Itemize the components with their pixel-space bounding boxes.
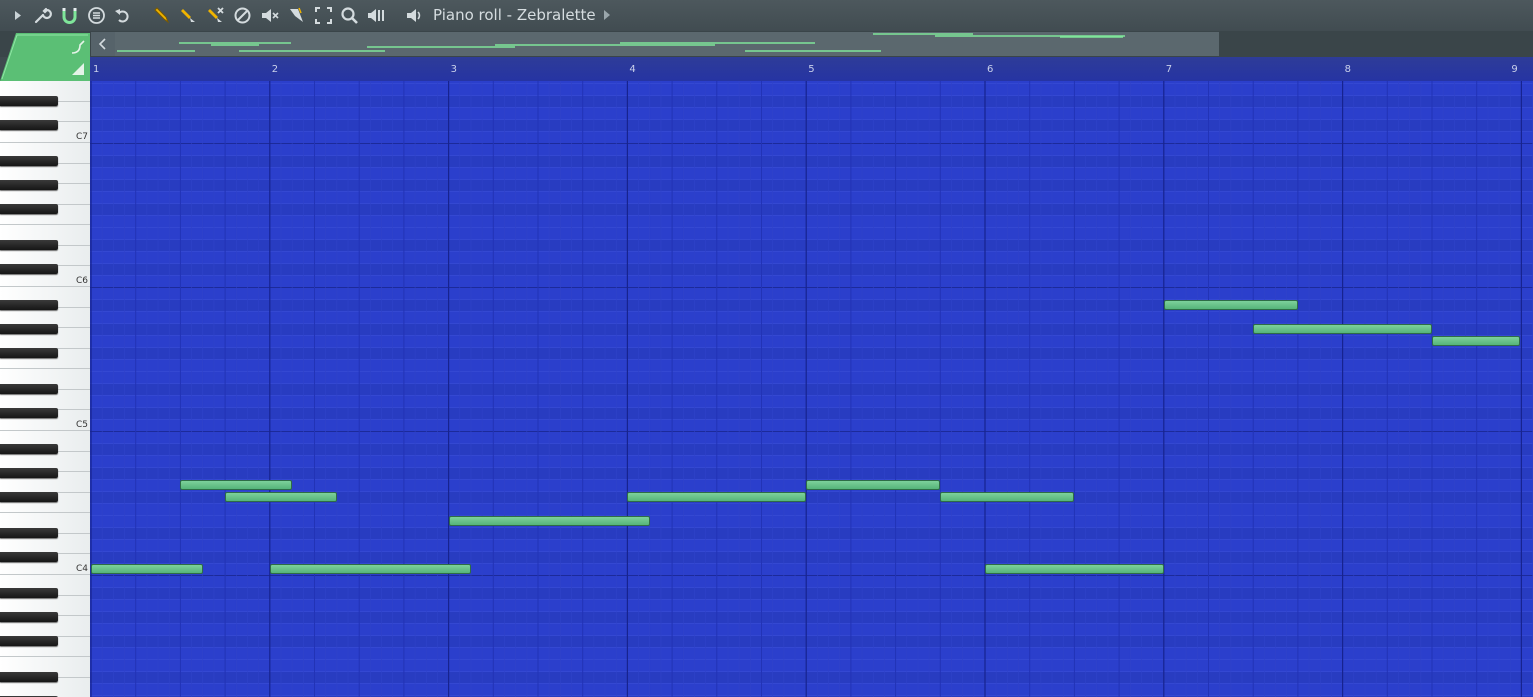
black-key-A#4[interactable]: [0, 444, 58, 454]
note-A#5[interactable]: [1163, 300, 1298, 310]
speaker-mute-icon[interactable]: [259, 5, 280, 26]
overview-scrollbar[interactable]: [115, 32, 1219, 56]
note-F#4[interactable]: [940, 492, 1075, 502]
octave-label-C5: C5: [76, 420, 89, 430]
note-F#4[interactable]: [225, 492, 337, 502]
black-key-G#4[interactable]: [0, 468, 58, 478]
timeline-ruler[interactable]: 1 2 3 4 5 6 7 8 9: [90, 57, 1533, 82]
piano-keyboard[interactable]: C7 C6 C5 C4: [0, 81, 90, 697]
note-C4[interactable]: [985, 564, 1164, 574]
note-G5[interactable]: [1432, 336, 1520, 346]
black-key-D#7[interactable]: [0, 96, 58, 106]
select-icon[interactable]: [313, 5, 334, 26]
black-key-F#6[interactable]: [0, 204, 58, 214]
magnet-icon[interactable]: [59, 5, 80, 26]
playback-icon[interactable]: [366, 5, 387, 26]
black-key-D#3[interactable]: [0, 672, 58, 682]
ruler-bar-6: 6: [987, 64, 994, 75]
menu-circle-icon[interactable]: [86, 5, 107, 26]
wrench-icon[interactable]: [32, 5, 53, 26]
toolbar: Piano roll - Zebralette: [0, 0, 1533, 32]
slice-icon[interactable]: [286, 5, 307, 26]
octave-label-C6: C6: [76, 276, 89, 286]
ruler-bar-7: 7: [1165, 64, 1173, 75]
black-key-C#4[interactable]: [0, 552, 58, 562]
speaker-icon[interactable]: [404, 5, 425, 26]
black-key-F#5[interactable]: [0, 348, 58, 358]
black-key-D#5[interactable]: [0, 384, 58, 394]
ruler-bar-5: 5: [808, 64, 815, 75]
delete-brush-icon[interactable]: [205, 5, 226, 26]
ruler-bar-2: 2: [271, 64, 279, 75]
black-key-A#6[interactable]: [0, 156, 58, 166]
black-key-F#4[interactable]: [0, 492, 58, 502]
title-menu-arrow-icon[interactable]: [604, 10, 610, 20]
note-C4[interactable]: [91, 564, 203, 574]
black-key-G#3[interactable]: [0, 612, 58, 622]
octave-label-C7: C7: [76, 132, 89, 142]
note-grid[interactable]: [90, 81, 1533, 697]
note-G4[interactable]: [180, 480, 293, 490]
octave-label-C4: C4: [76, 564, 89, 574]
paint-brush-icon[interactable]: [178, 5, 199, 26]
black-key-D#4[interactable]: [0, 528, 58, 538]
undo-icon[interactable]: [112, 5, 133, 26]
ruler-bar-1: 1: [93, 64, 100, 75]
black-key-A#5[interactable]: [0, 300, 58, 310]
ruler-bar-8: 8: [1344, 64, 1351, 75]
grid-lines: [90, 81, 1533, 697]
black-key-G#5[interactable]: [0, 324, 58, 334]
zoom-icon[interactable]: [339, 5, 360, 26]
black-key-G#6[interactable]: [0, 180, 58, 190]
pencil-icon[interactable]: [151, 5, 172, 26]
mute-circle-icon[interactable]: [232, 5, 253, 26]
note-G4[interactable]: [806, 480, 941, 490]
ruler-bar-4: 4: [629, 64, 636, 75]
play-arrow-icon[interactable]: [8, 5, 29, 26]
note-G#5[interactable]: [1253, 324, 1432, 334]
black-key-C#5[interactable]: [0, 408, 58, 418]
black-key-D#6[interactable]: [0, 240, 58, 250]
ruler-bar-9: 9: [1511, 64, 1518, 75]
black-key-F#3[interactable]: [0, 636, 58, 646]
window-title: Piano roll - Zebralette: [433, 6, 596, 24]
tool-corner[interactable]: [0, 31, 90, 81]
note-E4[interactable]: [448, 516, 650, 526]
overview-left-arrow-icon[interactable]: [91, 32, 115, 56]
black-key-A#3[interactable]: [0, 588, 58, 598]
note-F#4[interactable]: [627, 492, 807, 502]
black-key-C#6[interactable]: [0, 264, 58, 274]
black-key-C#7[interactable]: [0, 120, 58, 130]
ruler-bar-3: 3: [450, 64, 457, 75]
note-C4[interactable]: [269, 564, 471, 574]
